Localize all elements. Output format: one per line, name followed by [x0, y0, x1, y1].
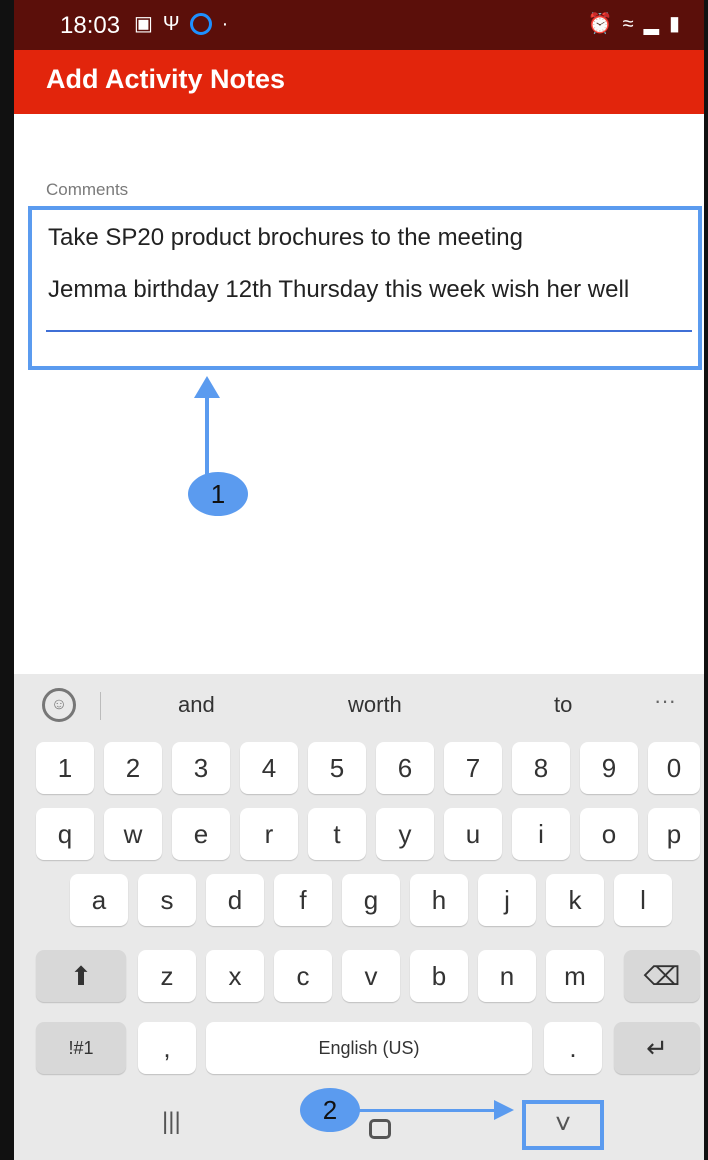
letter-row-1: q w e r t y u i o p: [14, 808, 704, 860]
suggestion-and[interactable]: and: [178, 692, 215, 718]
key-d[interactable]: d: [206, 874, 264, 926]
key-f[interactable]: f: [274, 874, 332, 926]
chevron-down-icon: ˅: [554, 1108, 572, 1139]
enter-icon: ↵: [646, 1033, 668, 1063]
key-n[interactable]: n: [478, 950, 536, 1002]
backspace-icon: ⌫: [643, 961, 681, 991]
divider: [100, 692, 101, 720]
callout-2-arrow-head: [494, 1100, 514, 1120]
key-u[interactable]: u: [444, 808, 502, 860]
callout-2: 2: [300, 1088, 360, 1132]
callout-1: 1: [188, 472, 248, 516]
page-title: Add Activity Notes: [46, 64, 286, 94]
suggestion-bar: ☺ and worth to ···: [14, 674, 704, 736]
period-key[interactable]: .: [544, 1022, 602, 1074]
key-o[interactable]: o: [580, 808, 638, 860]
letter-row-2: a s d f g h j k l: [14, 874, 704, 926]
hide-keyboard-button[interactable]: ˅: [522, 1100, 604, 1150]
key-4[interactable]: 4: [240, 742, 298, 794]
comments-line-1: Take SP20 product brochures to the meeti…: [48, 224, 523, 251]
comma-key[interactable]: ,: [138, 1022, 196, 1074]
key-v[interactable]: v: [342, 950, 400, 1002]
home-button[interactable]: [369, 1119, 391, 1139]
key-i[interactable]: i: [512, 808, 570, 860]
key-8[interactable]: 8: [512, 742, 570, 794]
navigation-bar: ||| ˅: [14, 1086, 704, 1160]
recent-apps-button[interactable]: |||: [162, 1108, 181, 1136]
letter-row-3: ⬆ z x c v b n m ⌫: [14, 950, 704, 1002]
key-g[interactable]: g: [342, 874, 400, 926]
form-content: Comments Take SP20 product brochures to …: [14, 114, 704, 674]
suggestion-worth[interactable]: worth: [348, 692, 402, 718]
space-key[interactable]: English (US): [206, 1022, 532, 1074]
key-m[interactable]: m: [546, 950, 604, 1002]
number-row: 1 2 3 4 5 6 7 8 9 0: [14, 742, 704, 794]
key-c[interactable]: c: [274, 950, 332, 1002]
more-icon[interactable]: ···: [654, 688, 676, 714]
comments-line-2: Jemma birthday 12th Thursday this week w…: [48, 276, 630, 303]
key-w[interactable]: w: [104, 808, 162, 860]
key-0[interactable]: 0: [648, 742, 700, 794]
key-7[interactable]: 7: [444, 742, 502, 794]
usb-icon: Ψ: [162, 13, 180, 35]
emoji-icon[interactable]: ☺: [42, 688, 76, 722]
dot-icon: ·: [221, 13, 229, 35]
key-x[interactable]: x: [206, 950, 264, 1002]
key-l[interactable]: l: [614, 874, 672, 926]
status-bar: 18:03 ▣ Ψ · ⏰ ≈ ▂ ▮: [14, 0, 704, 50]
image-icon: ▣: [134, 13, 153, 35]
suggestion-to[interactable]: to: [554, 692, 572, 718]
key-y[interactable]: y: [376, 808, 434, 860]
circle-notification-icon: [189, 13, 212, 35]
key-2[interactable]: 2: [104, 742, 162, 794]
key-3[interactable]: 3: [172, 742, 230, 794]
key-9[interactable]: 9: [580, 742, 638, 794]
key-e[interactable]: e: [172, 808, 230, 860]
field-underline: [46, 330, 692, 332]
alarm-icon: ⏰: [587, 13, 613, 35]
key-b[interactable]: b: [410, 950, 468, 1002]
key-j[interactable]: j: [478, 874, 536, 926]
key-k[interactable]: k: [546, 874, 604, 926]
bottom-row: !#1 , English (US) . ↵: [14, 1022, 704, 1074]
key-r[interactable]: r: [240, 808, 298, 860]
symbols-key[interactable]: !#1: [36, 1022, 126, 1074]
status-left-icons: ▣ Ψ ·: [134, 12, 228, 36]
key-6[interactable]: 6: [376, 742, 434, 794]
key-h[interactable]: h: [410, 874, 468, 926]
status-right-icons: ⏰ ≈ ▂ ▮: [588, 12, 680, 36]
key-z[interactable]: z: [138, 950, 196, 1002]
battery-icon: ▮: [668, 13, 680, 35]
backspace-key[interactable]: ⌫: [624, 950, 700, 1002]
key-a[interactable]: a: [70, 874, 128, 926]
wifi-icon: ≈: [622, 13, 634, 35]
key-5[interactable]: 5: [308, 742, 366, 794]
shift-icon: ⬆: [70, 961, 92, 991]
key-p[interactable]: p: [648, 808, 700, 860]
signal-icon: ▂: [643, 13, 659, 35]
key-q[interactable]: q: [36, 808, 94, 860]
phone-screen: 18:03 ▣ Ψ · ⏰ ≈ ▂ ▮ Add Activity Notes C…: [0, 0, 708, 1160]
comments-field[interactable]: Take SP20 product brochures to the meeti…: [28, 206, 702, 370]
key-s[interactable]: s: [138, 874, 196, 926]
app-bar: Add Activity Notes: [14, 50, 704, 114]
key-t[interactable]: t: [308, 808, 366, 860]
callout-2-arrow-line: [354, 1109, 496, 1112]
comments-label: Comments: [46, 180, 129, 199]
status-time: 18:03: [60, 12, 121, 39]
shift-key[interactable]: ⬆: [36, 950, 126, 1002]
enter-key[interactable]: ↵: [614, 1022, 700, 1074]
key-1[interactable]: 1: [36, 742, 94, 794]
